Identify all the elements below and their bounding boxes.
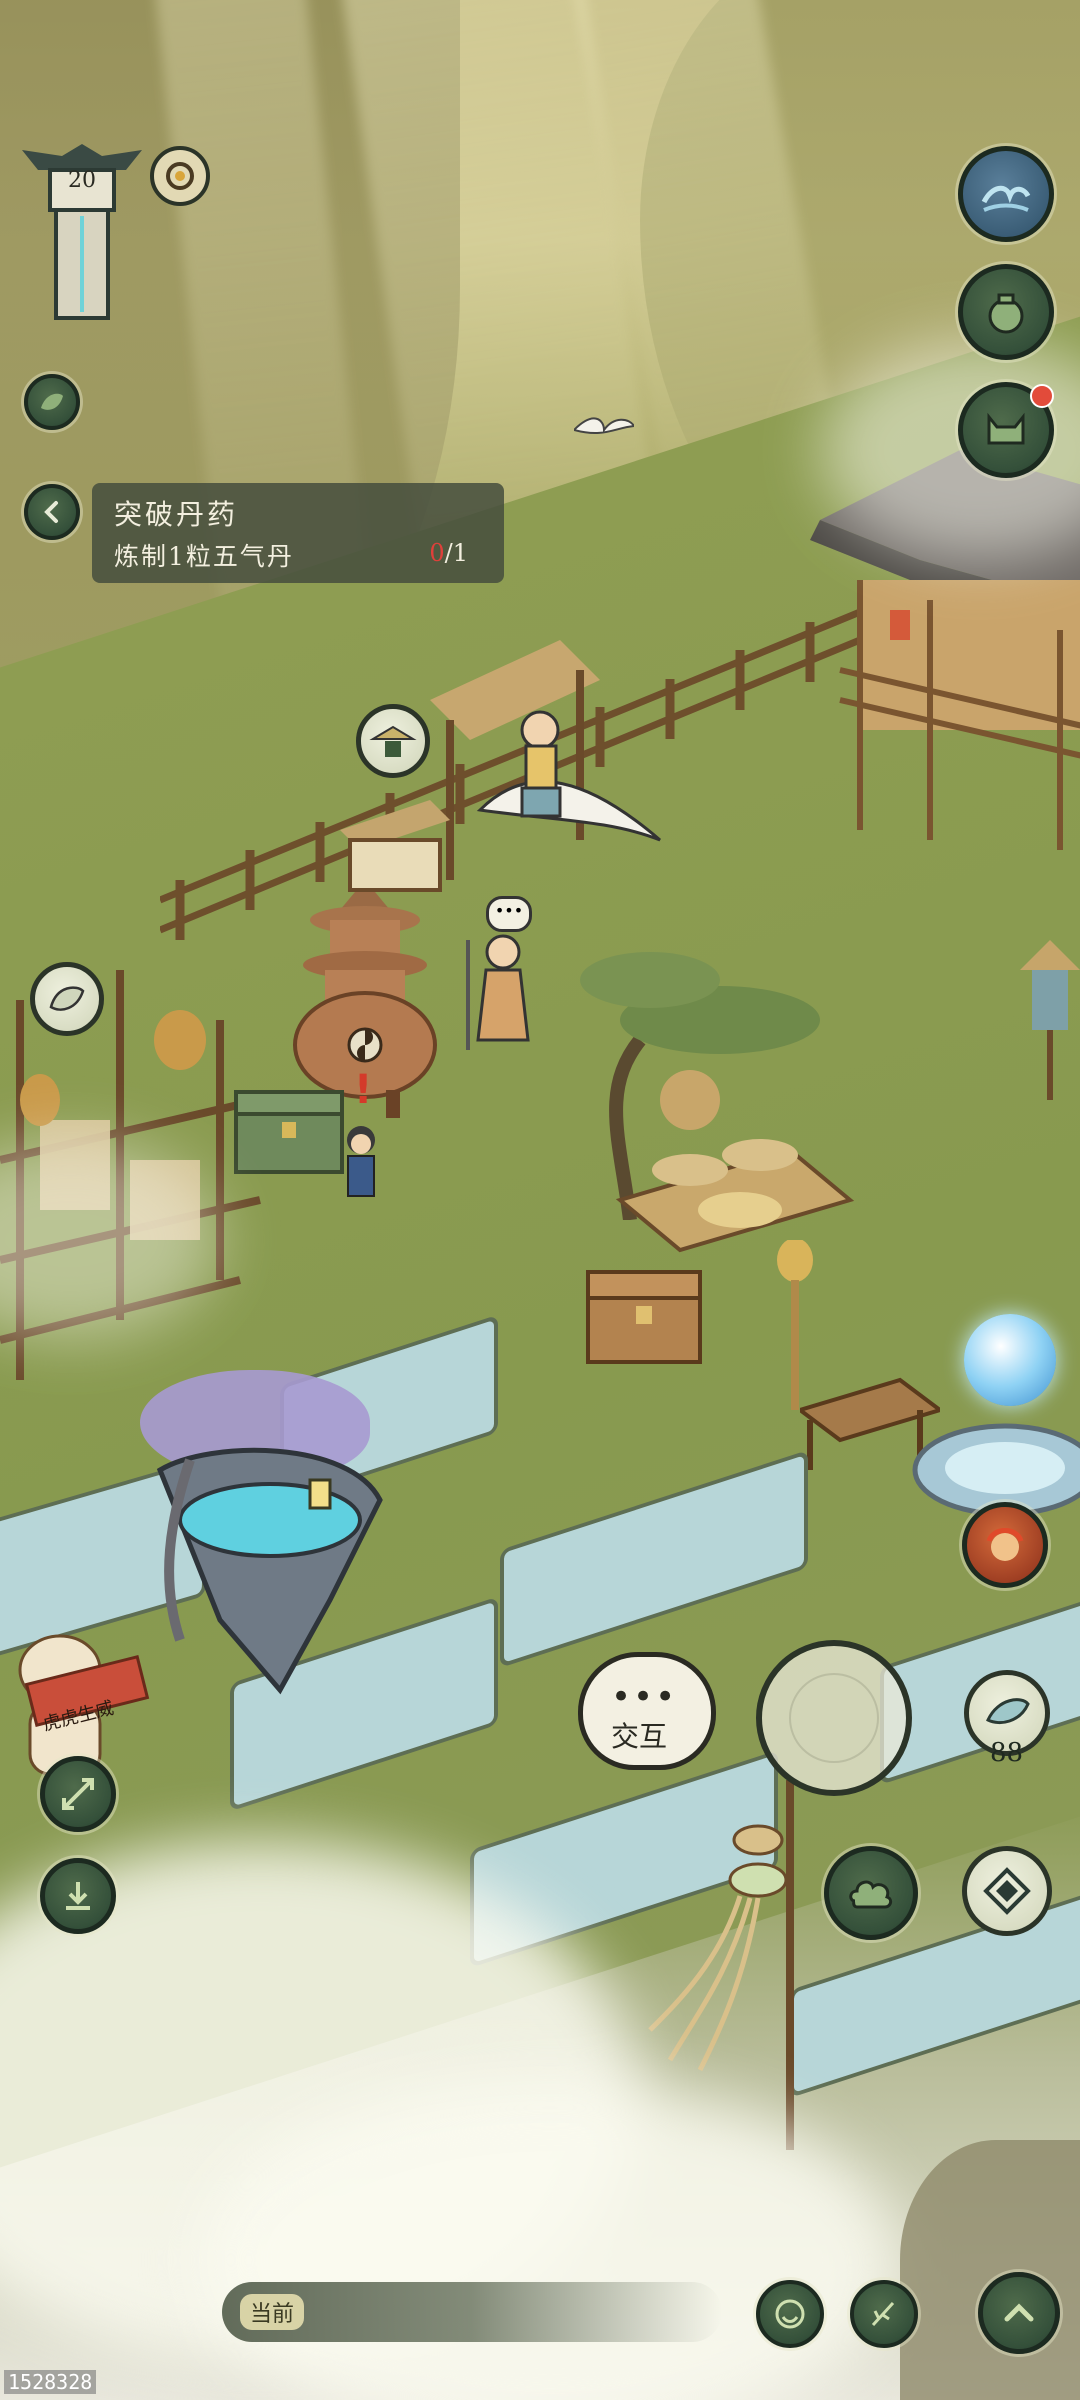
watermark: 1528328: [4, 2370, 97, 2394]
companion-button[interactable]: [962, 1502, 1048, 1588]
leaf-icon: [41, 393, 63, 410]
skill-diamond-button[interactable]: [962, 1846, 1052, 1936]
bag-icon: [988, 293, 1024, 334]
green-chest[interactable]: [234, 1086, 344, 1176]
collect-button[interactable]: [40, 1858, 116, 1934]
crane-bird: [574, 417, 634, 434]
quest-panel[interactable]: 突破丹药 炼制1粒五气丹 0/1: [92, 483, 504, 583]
interact-label: 交互: [611, 1720, 668, 1753]
chat-bar[interactable]: 当前: [222, 2282, 722, 2342]
feather-pen-icon: [871, 2301, 895, 2327]
notification-dot: [1030, 384, 1054, 408]
chevron-up-icon: [1004, 2303, 1034, 2322]
quest-title: 突破丹药: [114, 498, 239, 531]
compass-icon: [789, 1673, 879, 1763]
npc-child[interactable]: [336, 1124, 386, 1204]
orb-icon: [166, 162, 194, 190]
straw-hat-icon: [369, 725, 417, 757]
spirit-orb[interactable]: [964, 1314, 1056, 1406]
floating-rock-pool[interactable]: [150, 1440, 390, 1700]
emoji-button[interactable]: [756, 2280, 824, 2348]
compass-button[interactable]: [756, 1640, 912, 1796]
scarecrow: [1020, 940, 1080, 1100]
feather-icon: [986, 1698, 1030, 1725]
cat-mask-icon: [987, 412, 1025, 445]
leaf-menu-button[interactable]: [24, 374, 80, 430]
notice-board: [340, 800, 450, 892]
cloud-button[interactable]: [824, 1846, 918, 1940]
level-number: 20: [68, 168, 96, 193]
menu-up-button[interactable]: [978, 2272, 1060, 2354]
download-icon: [66, 1882, 90, 1910]
quest-progress-current: 0: [429, 539, 445, 567]
quest-progress: 0/1: [429, 539, 468, 567]
spirit-count: 88: [990, 1738, 1024, 1768]
npc-hat-bubble[interactable]: [356, 704, 430, 778]
fire-face-icon: [986, 1528, 1024, 1561]
write-button[interactable]: [850, 2280, 918, 2348]
herb-table[interactable]: [610, 1060, 860, 1290]
interact-button[interactable]: ••• 交互: [578, 1652, 716, 1770]
chat-channel-label: 当前: [240, 2294, 305, 2330]
quest-collapse-button[interactable]: [24, 484, 80, 540]
quest-description: 炼制1粒五气丹: [114, 542, 294, 571]
leaf-icon: [49, 986, 85, 1011]
realm-orb-button[interactable]: [150, 146, 210, 206]
game-scene[interactable]: ! ••• 虎虎生威 20 突破丹药 炼制1粒五气丹 0/1 88 ••• 交互…: [0, 0, 1080, 2400]
speech-bubble-small: •••: [486, 896, 532, 932]
expand-arrows-icon: [62, 1778, 94, 1810]
quest-progress-total: /1: [444, 539, 468, 567]
cliff-rock: [900, 2140, 1080, 2400]
expand-button[interactable]: [40, 1756, 116, 1832]
back-arrow-icon: [44, 501, 58, 523]
bag-button[interactable]: [958, 264, 1054, 360]
npc-crane-rider[interactable]: [470, 700, 670, 860]
exclamation-mark: !: [354, 1067, 373, 1113]
diamond-icon: [983, 1867, 1031, 1915]
interact-dots: •••: [611, 1677, 678, 1717]
player-cultivator[interactable]: [458, 930, 548, 1060]
cloud-icon: [849, 1880, 893, 1909]
leaf-bubble[interactable]: [30, 962, 104, 1036]
wave-icon: [981, 185, 1031, 212]
wave-button[interactable]: [958, 146, 1054, 242]
emoji-icon: [775, 2299, 805, 2329]
